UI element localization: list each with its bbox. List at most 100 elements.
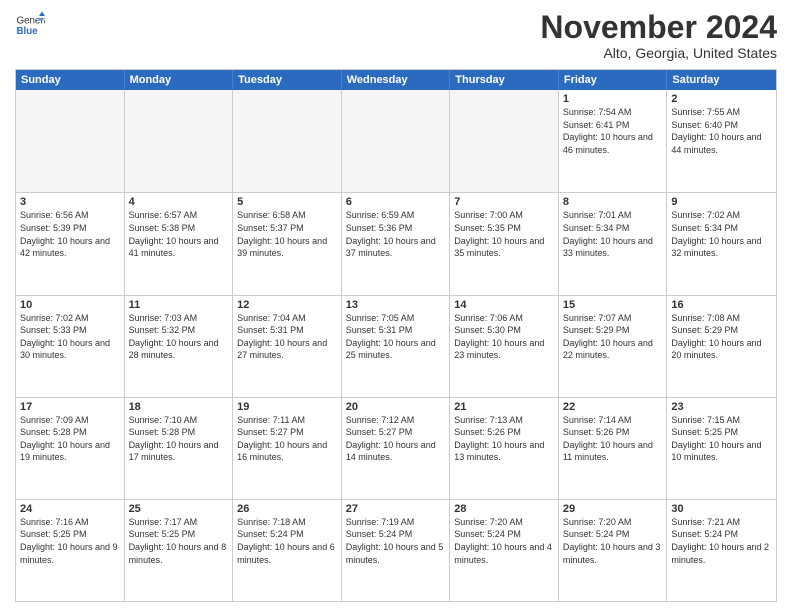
logo-icon: General Blue — [15, 10, 45, 40]
week-row-4: 17Sunrise: 7:09 AM Sunset: 5:28 PM Dayli… — [16, 397, 776, 499]
svg-text:General: General — [17, 16, 46, 27]
day-cell-9: 9Sunrise: 7:02 AM Sunset: 5:34 PM Daylig… — [667, 193, 776, 294]
day-info: Sunrise: 7:05 AM Sunset: 5:31 PM Dayligh… — [346, 312, 446, 362]
day-number: 6 — [346, 196, 446, 208]
day-cell-21: 21Sunrise: 7:13 AM Sunset: 5:26 PM Dayli… — [450, 398, 559, 499]
day-cell-20: 20Sunrise: 7:12 AM Sunset: 5:27 PM Dayli… — [342, 398, 451, 499]
header-cell-tuesday: Tuesday — [233, 70, 342, 90]
day-number: 21 — [454, 401, 554, 413]
day-info: Sunrise: 7:20 AM Sunset: 5:24 PM Dayligh… — [563, 516, 663, 566]
day-number: 18 — [129, 401, 229, 413]
day-number: 10 — [20, 299, 120, 311]
empty-cell — [16, 90, 125, 192]
day-cell-6: 6Sunrise: 6:59 AM Sunset: 5:36 PM Daylig… — [342, 193, 451, 294]
day-number: 22 — [563, 401, 663, 413]
day-number: 17 — [20, 401, 120, 413]
day-number: 12 — [237, 299, 337, 311]
day-number: 30 — [671, 503, 772, 515]
day-info: Sunrise: 7:02 AM Sunset: 5:34 PM Dayligh… — [671, 209, 772, 259]
day-info: Sunrise: 7:21 AM Sunset: 5:24 PM Dayligh… — [671, 516, 772, 566]
day-number: 8 — [563, 196, 663, 208]
day-number: 7 — [454, 196, 554, 208]
day-cell-28: 28Sunrise: 7:20 AM Sunset: 5:24 PM Dayli… — [450, 500, 559, 601]
day-number: 27 — [346, 503, 446, 515]
day-number: 3 — [20, 196, 120, 208]
calendar: SundayMondayTuesdayWednesdayThursdayFrid… — [15, 69, 777, 602]
header: General Blue November 2024 Alto, Georgia… — [15, 10, 777, 61]
day-number: 25 — [129, 503, 229, 515]
empty-cell — [233, 90, 342, 192]
header-cell-thursday: Thursday — [450, 70, 559, 90]
day-number: 1 — [563, 93, 663, 105]
day-number: 20 — [346, 401, 446, 413]
day-info: Sunrise: 7:14 AM Sunset: 5:26 PM Dayligh… — [563, 414, 663, 464]
day-info: Sunrise: 7:12 AM Sunset: 5:27 PM Dayligh… — [346, 414, 446, 464]
day-cell-8: 8Sunrise: 7:01 AM Sunset: 5:34 PM Daylig… — [559, 193, 668, 294]
day-cell-18: 18Sunrise: 7:10 AM Sunset: 5:28 PM Dayli… — [125, 398, 234, 499]
day-cell-17: 17Sunrise: 7:09 AM Sunset: 5:28 PM Dayli… — [16, 398, 125, 499]
day-cell-1: 1Sunrise: 7:54 AM Sunset: 6:41 PM Daylig… — [559, 90, 668, 192]
day-info: Sunrise: 7:06 AM Sunset: 5:30 PM Dayligh… — [454, 312, 554, 362]
calendar-header: SundayMondayTuesdayWednesdayThursdayFrid… — [16, 70, 776, 90]
day-number: 29 — [563, 503, 663, 515]
empty-cell — [450, 90, 559, 192]
day-cell-5: 5Sunrise: 6:58 AM Sunset: 5:37 PM Daylig… — [233, 193, 342, 294]
day-cell-13: 13Sunrise: 7:05 AM Sunset: 5:31 PM Dayli… — [342, 296, 451, 397]
day-number: 14 — [454, 299, 554, 311]
day-cell-7: 7Sunrise: 7:00 AM Sunset: 5:35 PM Daylig… — [450, 193, 559, 294]
week-row-3: 10Sunrise: 7:02 AM Sunset: 5:33 PM Dayli… — [16, 295, 776, 397]
day-info: Sunrise: 7:03 AM Sunset: 5:32 PM Dayligh… — [129, 312, 229, 362]
day-info: Sunrise: 6:58 AM Sunset: 5:37 PM Dayligh… — [237, 209, 337, 259]
header-cell-sunday: Sunday — [16, 70, 125, 90]
day-info: Sunrise: 7:20 AM Sunset: 5:24 PM Dayligh… — [454, 516, 554, 566]
day-cell-11: 11Sunrise: 7:03 AM Sunset: 5:32 PM Dayli… — [125, 296, 234, 397]
day-info: Sunrise: 7:07 AM Sunset: 5:29 PM Dayligh… — [563, 312, 663, 362]
day-cell-10: 10Sunrise: 7:02 AM Sunset: 5:33 PM Dayli… — [16, 296, 125, 397]
day-number: 15 — [563, 299, 663, 311]
day-number: 2 — [671, 93, 772, 105]
title-block: November 2024 Alto, Georgia, United Stat… — [540, 10, 777, 61]
logo: General Blue — [15, 10, 45, 40]
header-cell-saturday: Saturday — [667, 70, 776, 90]
day-cell-29: 29Sunrise: 7:20 AM Sunset: 5:24 PM Dayli… — [559, 500, 668, 601]
day-info: Sunrise: 7:10 AM Sunset: 5:28 PM Dayligh… — [129, 414, 229, 464]
day-info: Sunrise: 7:54 AM Sunset: 6:41 PM Dayligh… — [563, 106, 663, 156]
day-cell-14: 14Sunrise: 7:06 AM Sunset: 5:30 PM Dayli… — [450, 296, 559, 397]
day-info: Sunrise: 7:15 AM Sunset: 5:25 PM Dayligh… — [671, 414, 772, 464]
day-number: 5 — [237, 196, 337, 208]
day-info: Sunrise: 7:17 AM Sunset: 5:25 PM Dayligh… — [129, 516, 229, 566]
day-info: Sunrise: 7:16 AM Sunset: 5:25 PM Dayligh… — [20, 516, 120, 566]
week-row-1: 1Sunrise: 7:54 AM Sunset: 6:41 PM Daylig… — [16, 90, 776, 192]
empty-cell — [125, 90, 234, 192]
day-number: 16 — [671, 299, 772, 311]
day-number: 4 — [129, 196, 229, 208]
day-info: Sunrise: 7:01 AM Sunset: 5:34 PM Dayligh… — [563, 209, 663, 259]
day-info: Sunrise: 7:02 AM Sunset: 5:33 PM Dayligh… — [20, 312, 120, 362]
day-number: 24 — [20, 503, 120, 515]
day-number: 11 — [129, 299, 229, 311]
day-cell-24: 24Sunrise: 7:16 AM Sunset: 5:25 PM Dayli… — [16, 500, 125, 601]
day-cell-27: 27Sunrise: 7:19 AM Sunset: 5:24 PM Dayli… — [342, 500, 451, 601]
day-info: Sunrise: 7:11 AM Sunset: 5:27 PM Dayligh… — [237, 414, 337, 464]
day-number: 19 — [237, 401, 337, 413]
day-cell-16: 16Sunrise: 7:08 AM Sunset: 5:29 PM Dayli… — [667, 296, 776, 397]
day-info: Sunrise: 6:57 AM Sunset: 5:38 PM Dayligh… — [129, 209, 229, 259]
location: Alto, Georgia, United States — [540, 45, 777, 61]
day-cell-3: 3Sunrise: 6:56 AM Sunset: 5:39 PM Daylig… — [16, 193, 125, 294]
day-info: Sunrise: 7:13 AM Sunset: 5:26 PM Dayligh… — [454, 414, 554, 464]
day-info: Sunrise: 7:00 AM Sunset: 5:35 PM Dayligh… — [454, 209, 554, 259]
day-cell-12: 12Sunrise: 7:04 AM Sunset: 5:31 PM Dayli… — [233, 296, 342, 397]
day-number: 13 — [346, 299, 446, 311]
day-number: 26 — [237, 503, 337, 515]
day-cell-2: 2Sunrise: 7:55 AM Sunset: 6:40 PM Daylig… — [667, 90, 776, 192]
day-cell-22: 22Sunrise: 7:14 AM Sunset: 5:26 PM Dayli… — [559, 398, 668, 499]
week-row-5: 24Sunrise: 7:16 AM Sunset: 5:25 PM Dayli… — [16, 499, 776, 601]
day-info: Sunrise: 7:08 AM Sunset: 5:29 PM Dayligh… — [671, 312, 772, 362]
day-cell-4: 4Sunrise: 6:57 AM Sunset: 5:38 PM Daylig… — [125, 193, 234, 294]
page: General Blue November 2024 Alto, Georgia… — [0, 0, 792, 612]
day-cell-23: 23Sunrise: 7:15 AM Sunset: 5:25 PM Dayli… — [667, 398, 776, 499]
day-info: Sunrise: 7:55 AM Sunset: 6:40 PM Dayligh… — [671, 106, 772, 156]
day-cell-25: 25Sunrise: 7:17 AM Sunset: 5:25 PM Dayli… — [125, 500, 234, 601]
day-info: Sunrise: 6:59 AM Sunset: 5:36 PM Dayligh… — [346, 209, 446, 259]
svg-text:Blue: Blue — [17, 26, 39, 37]
